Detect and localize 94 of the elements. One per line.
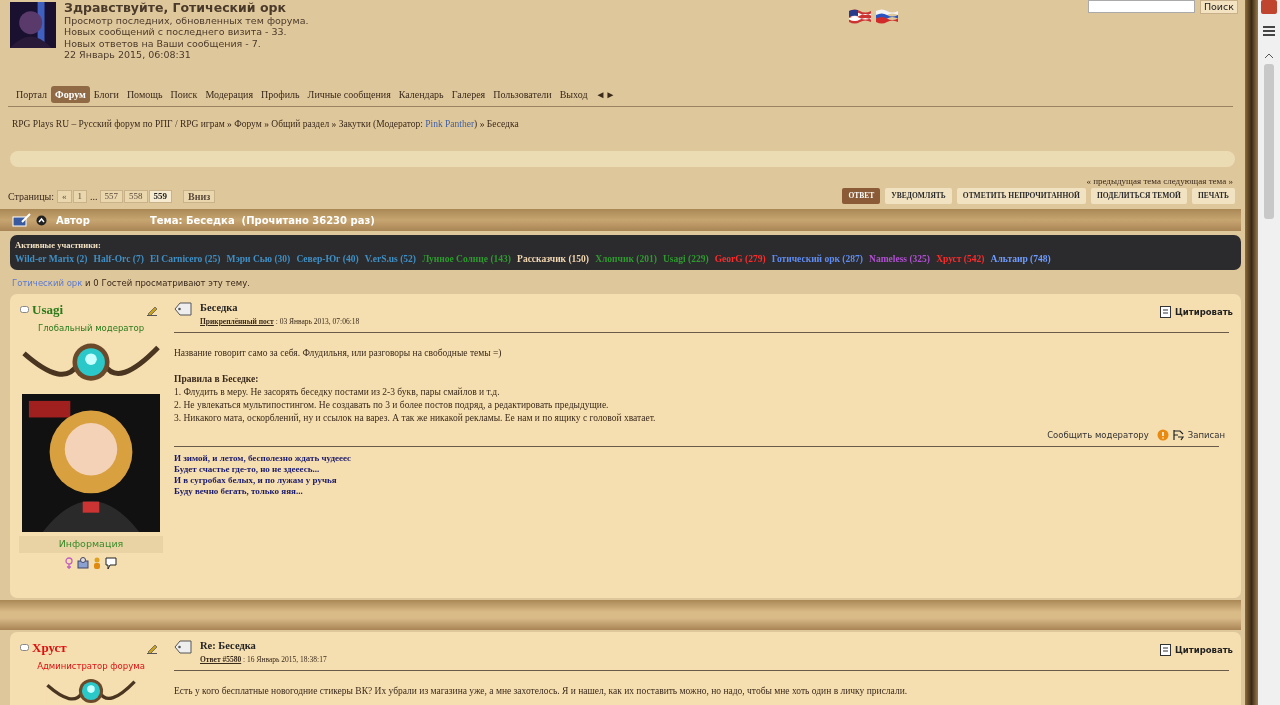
member-link[interactable]: El Carnicero (25) (149, 253, 221, 264)
page-link[interactable]: 559 (148, 189, 173, 203)
status-icon (20, 644, 29, 652)
header-info-text: 22 Январь 2015, 06:08:31 (64, 49, 192, 61)
menu-item[interactable]: Модерация (201, 85, 257, 103)
menu-icon[interactable] (1263, 26, 1275, 36)
breadcrumb-text: ) (474, 119, 478, 129)
quote-link[interactable]: Цитировать (1174, 644, 1233, 657)
member-link[interactable]: Wild-er Marix (2) (15, 253, 88, 264)
quote-icon (1159, 306, 1171, 319)
menu-item[interactable]: Календарь (394, 85, 448, 103)
status-icon (20, 306, 29, 314)
member-link[interactable]: GeorG (279) (714, 253, 766, 264)
page-link[interactable]: 558 (124, 189, 148, 203)
contact-icon[interactable] (77, 557, 89, 569)
viewers-text: и 0 Гостей просматривают эту тему. (85, 278, 250, 288)
topic-icon (12, 213, 32, 227)
scrollbar-thumb[interactable] (1264, 64, 1274, 219)
breadcrumb-separator: » (331, 119, 337, 129)
member-link[interactable]: Север-Юг (40) (296, 253, 359, 264)
greeting-title: Здравствуйте, Готический орк (64, 1, 287, 15)
quote-link[interactable]: Цитировать (1174, 306, 1233, 319)
speech-bubble-icon[interactable] (105, 556, 117, 570)
page-link[interactable]: 1 (72, 189, 88, 203)
post-text: 3. Никакого мата, оскорблений, ну и ссылок на варез. А так же никакой рекламы. Ее нам и по ящику с головой хватает. (174, 412, 657, 425)
breadcrumb-link[interactable]: Общий раздел (271, 119, 330, 129)
member-link[interactable]: Мэри Сью (30) (226, 253, 291, 264)
member-link[interactable]: Half-Orc (7) (93, 253, 144, 264)
search-button[interactable]: Поиск (1199, 0, 1238, 14)
post-text: 2. Не увлекаться мультипостингом. Не создавать по 3 и более постов подряд, а редактировать предыдущие. (174, 399, 610, 412)
post-title[interactable]: Беседка (200, 300, 360, 316)
author-name[interactable]: Usagi (32, 300, 64, 320)
previous-topic-link[interactable]: « предыдущая тема (1086, 176, 1161, 186)
post-icon (174, 640, 192, 654)
member-link[interactable]: Лунное Солнце (143) (422, 253, 511, 264)
menu-item[interactable]: Галерея (447, 85, 490, 103)
collapse-icon[interactable] (36, 214, 47, 226)
breadcrumb-link[interactable]: Форум (234, 119, 262, 129)
post-heading: Правила в Беседке: (174, 373, 260, 386)
menu-item[interactable]: Портал (12, 85, 52, 103)
member-link[interactable]: Рассказчик (150) (517, 253, 590, 264)
next-topic-link[interactable]: следующая тема » (1163, 176, 1233, 186)
signature-text: И в сугробах белых, и по лужам у ручья (174, 474, 338, 486)
ellipsis: ... (90, 189, 98, 204)
search-field[interactable] (1087, 0, 1195, 13)
post-text: Есть у кого бесплатные новогодние стикеры ВК? Их убрали из магазина уже, а мне захотелось. Я и нашел, как их поставить можно, но надо, чтобы мне хоть один в личку прислали. (174, 685, 909, 698)
header-info-text: Новых ответов на Ваши сообщения - 7. (64, 37, 262, 50)
menu-item[interactable]: Форум (51, 85, 90, 103)
breadcrumb-link[interactable]: RPG Plays RU – Русский форум по РПГ / RPG играм (12, 119, 225, 129)
quote-icon (1159, 644, 1171, 657)
post-text: 1. Флудить в меру. Не засорять беседку постами из 2-3 букв, пары смайлов и т.д. (174, 386, 501, 399)
page-link[interactable]: « (57, 189, 72, 203)
author-column-header: Автор (56, 213, 90, 228)
author-role: Глобальный модератор (37, 321, 145, 335)
menu-item[interactable]: Личные сообщения (303, 85, 395, 103)
report-link[interactable]: Сообщить модератору (1047, 429, 1149, 442)
menu-item[interactable]: Пользователи (489, 85, 556, 103)
member-link[interactable]: Usagi (229) (662, 253, 709, 264)
breadcrumb-link[interactable]: Закутки (Модератор: (338, 119, 423, 129)
author-role: Администратор форума (37, 659, 145, 673)
post-icon (174, 302, 192, 316)
topic-title: Тема: Беседка (Прочитано 36230 раз) (149, 213, 375, 228)
member-link[interactable]: Хлопчик (201) (595, 253, 657, 264)
breadcrumb-link[interactable]: Беседка (486, 119, 519, 129)
signature-text: Будет счастье где-то, но не здееесь... (174, 463, 321, 475)
page-link[interactable]: 557 (99, 189, 124, 203)
breadcrumb-separator: » (227, 119, 232, 129)
signature-text: И зимой, и летом, бесполезно ждать чудееес (174, 452, 353, 464)
post-text: Название говорит само за себя. Флудильня, или разговоры на свободные темы =) (174, 347, 503, 360)
breadcrumb-separator: » (479, 119, 485, 129)
saved-label: Записан (1187, 429, 1225, 442)
post-title[interactable]: Re: Беседка (200, 638, 327, 654)
header-info-text: Просмотр последних, обновленных тем форума. (64, 14, 309, 27)
pages-label: Страницы: (8, 189, 55, 204)
menu-item[interactable]: Профиль (257, 85, 304, 103)
member-link[interactable]: Альтаир (748) (990, 253, 1051, 264)
header-info-text: Новых сообщений с последнего визита - 33. (64, 26, 288, 38)
signature-text: Буду вечно бегать, только яяя... (174, 485, 304, 497)
scroll-up-icon[interactable] (1264, 52, 1274, 60)
menu-item[interactable]: Выход (555, 85, 592, 103)
down-button[interactable]: Вниз (183, 189, 216, 203)
menu-item[interactable]: ◄► (591, 85, 620, 103)
member-link[interactable]: V.erS.us (52) (364, 253, 416, 264)
member-link[interactable]: Хруст (542) (936, 253, 985, 264)
flag-icon[interactable] (874, 8, 899, 24)
menu-item[interactable]: Поиск (166, 85, 202, 103)
author-name[interactable]: Хруст (32, 638, 67, 658)
breadcrumb-separator: » (264, 119, 269, 129)
member-link[interactable]: Готический орк (287) (771, 253, 863, 264)
menu-item[interactable]: Блоги (89, 85, 123, 103)
menu-item[interactable]: Помощь (122, 85, 167, 103)
active-members-title: Активные участники: (15, 239, 102, 252)
female-icon (65, 557, 73, 569)
flag-icon[interactable] (847, 8, 872, 24)
